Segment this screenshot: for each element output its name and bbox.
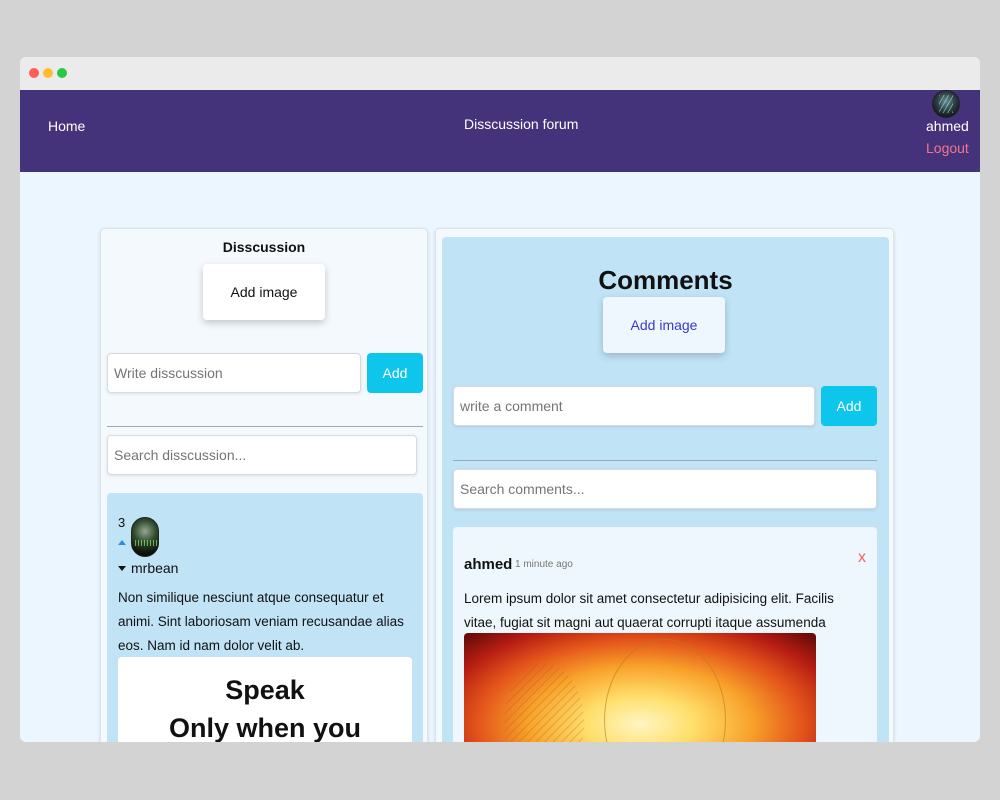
discussion-input[interactable]: [107, 353, 361, 393]
post-image: Speak Only when you: [118, 657, 412, 742]
discussion-search-input[interactable]: [107, 435, 417, 475]
comments-search-input[interactable]: [453, 469, 877, 509]
comment-input[interactable]: [453, 386, 815, 426]
downvote-icon[interactable]: [118, 566, 126, 571]
discussion-divider: [107, 426, 423, 427]
comment-body: Lorem ipsum dolor sit amet consectetur a…: [464, 591, 834, 630]
post-body: Non similique nesciunt atque consequatur…: [118, 590, 404, 653]
comments-title: Comments: [598, 265, 733, 295]
navbar: Home Disscussion forum ahmed Logout: [20, 90, 980, 172]
post-image-text-line1: Speak: [225, 675, 305, 705]
comments-panel: Comments Add image Add ahmed 1 minute ag…: [435, 228, 894, 742]
nav-home-link[interactable]: Home: [48, 118, 85, 134]
comment-author: ahmed: [464, 556, 513, 573]
vote-count: 3: [118, 515, 126, 530]
comment-item: ahmed 1 minute ago x Lorem ipsum dolor s…: [453, 527, 877, 742]
minimize-window-icon[interactable]: [43, 68, 53, 78]
nav-title: Disscussion forum: [464, 116, 579, 132]
user-avatar[interactable]: [932, 90, 960, 118]
post-image-text-line2: Only when you: [168, 713, 362, 742]
post-author-avatar: [131, 517, 159, 557]
close-window-icon[interactable]: [29, 68, 39, 78]
nav-user-menu: ahmed Logout: [926, 90, 969, 156]
comments-add-image-button[interactable]: Add image: [603, 297, 725, 353]
discussion-panel: Disscussion Add image Add 3 mrbean Non s…: [100, 228, 428, 742]
comments-divider: [453, 460, 877, 461]
maximize-window-icon[interactable]: [57, 68, 67, 78]
discussion-add-button[interactable]: Add: [367, 353, 423, 393]
discussion-title: Disscussion: [222, 239, 306, 255]
window-titlebar: [20, 57, 980, 90]
comment-timestamp: 1 minute ago: [515, 559, 573, 570]
browser-window: Home Disscussion forum ahmed Logout Diss…: [20, 57, 980, 742]
post-author: mrbean: [131, 560, 179, 576]
delete-comment-icon[interactable]: x: [858, 549, 866, 567]
logout-link[interactable]: Logout: [926, 140, 969, 156]
upvote-icon[interactable]: [118, 540, 126, 545]
comment-add-button[interactable]: Add: [821, 386, 877, 426]
discussion-post[interactable]: 3 mrbean Non similique nesciunt atque co…: [107, 493, 423, 742]
comments-container: Comments Add image Add ahmed 1 minute ag…: [442, 237, 889, 742]
discussion-add-image-button[interactable]: Add image: [203, 264, 325, 320]
comment-image: [464, 633, 816, 742]
nav-username: ahmed: [926, 118, 969, 134]
